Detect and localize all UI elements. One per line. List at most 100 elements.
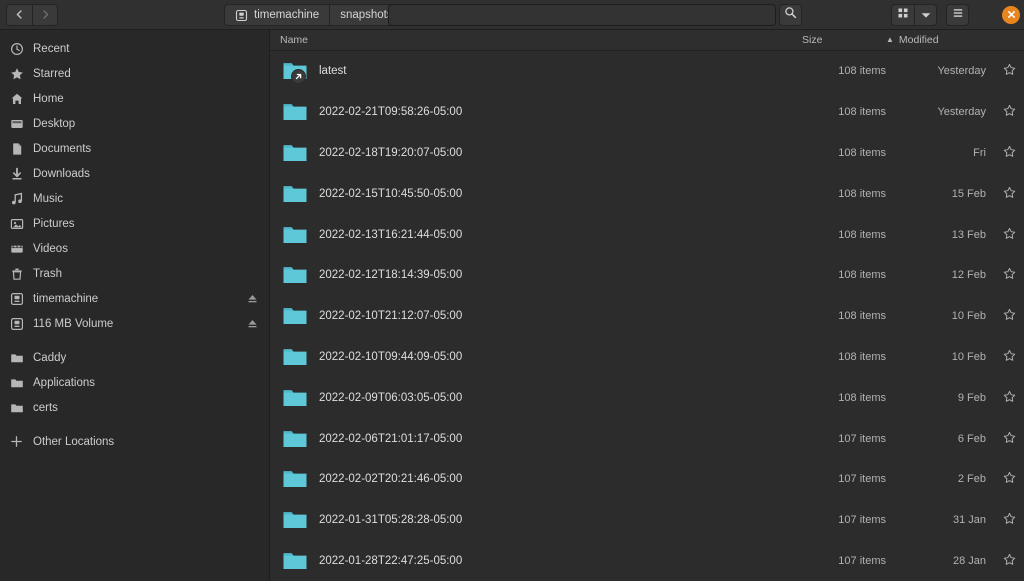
table-row[interactable]: 2022-02-21T09:58:26-05:00 108 items Yest… <box>270 92 1024 133</box>
star-button[interactable] <box>994 390 1024 406</box>
column-header-modified[interactable]: ▲ Modified <box>886 34 994 46</box>
table-row[interactable]: 2022-02-18T19:20:07-05:00 108 items Fri <box>270 133 1024 174</box>
table-row[interactable]: 2022-02-06T21:01:17-05:00 107 items 6 Fe… <box>270 418 1024 459</box>
folder-icon <box>9 350 24 365</box>
table-row[interactable]: 2022-01-28T22:47:25-05:00 107 items 28 J… <box>270 541 1024 581</box>
file-modified-cell: 13 Feb <box>886 229 994 241</box>
file-size-cell: 108 items <box>802 392 886 404</box>
table-row[interactable]: 2022-02-15T10:45:50-05:00 108 items 15 F… <box>270 173 1024 214</box>
table-row[interactable]: 2022-02-10T09:44:09-05:00 108 items 10 F… <box>270 337 1024 378</box>
star-button[interactable] <box>994 145 1024 161</box>
star-button[interactable] <box>994 471 1024 487</box>
column-header-size[interactable]: Size <box>802 34 886 46</box>
star-outline-icon <box>1003 63 1016 79</box>
table-row[interactable]: 2022-02-09T06:03:05-05:00 108 items 9 Fe… <box>270 377 1024 418</box>
sidebar-item-certs[interactable]: certs <box>0 395 269 420</box>
sidebar-item-label: Documents <box>33 143 259 155</box>
file-modified-cell: 10 Feb <box>886 310 994 322</box>
main-menu-button[interactable] <box>946 4 969 26</box>
view-options-dropdown[interactable] <box>914 4 937 26</box>
column-header-name[interactable]: Name <box>270 34 802 46</box>
sidebar-item-trash[interactable]: Trash <box>0 261 269 286</box>
sidebar-item-downloads[interactable]: Downloads <box>0 161 269 186</box>
search-input[interactable] <box>389 5 775 25</box>
star-button[interactable] <box>994 512 1024 528</box>
table-row[interactable]: 2022-02-12T18:14:39-05:00 108 items 12 F… <box>270 255 1024 296</box>
sidebar-item-videos[interactable]: Videos <box>0 236 269 261</box>
sidebar-item-music[interactable]: Music <box>0 186 269 211</box>
sidebar-item-other-locations[interactable]: Other Locations <box>0 429 269 454</box>
sidebar: Recent Starred Home Desktop <box>0 30 270 581</box>
folder-icon <box>282 344 308 370</box>
eject-icon[interactable] <box>246 292 259 305</box>
star-button[interactable] <box>994 349 1024 365</box>
file-size-cell: 108 items <box>802 269 886 281</box>
sidebar-item-documents[interactable]: Documents <box>0 136 269 161</box>
download-icon <box>9 166 24 181</box>
minimize-button[interactable] <box>978 4 1000 26</box>
file-modified-cell: Yesterday <box>886 65 994 77</box>
star-button[interactable] <box>994 431 1024 447</box>
file-size-cell: 108 items <box>802 310 886 322</box>
chevron-right-icon <box>40 9 51 20</box>
table-row[interactable]: 2022-02-10T21:12:07-05:00 108 items 10 F… <box>270 296 1024 337</box>
sidebar-item-home[interactable]: Home <box>0 86 269 111</box>
star-button[interactable] <box>994 227 1024 243</box>
file-name-cell: 2022-02-10T21:12:07-05:00 <box>270 303 802 329</box>
sidebar-item-116-mb-volume[interactable]: 116 MB Volume <box>0 311 269 336</box>
search-button[interactable] <box>779 4 802 26</box>
sidebar-item-recent[interactable]: Recent <box>0 36 269 61</box>
file-name-cell: 2022-02-09T06:03:05-05:00 <box>270 385 802 411</box>
grid-view-button[interactable] <box>891 4 914 26</box>
table-row[interactable]: 2022-01-31T05:28:28-05:00 107 items 31 J… <box>270 500 1024 541</box>
table-row[interactable]: latest 108 items Yesterday <box>270 51 1024 92</box>
music-note-icon <box>9 191 24 206</box>
star-button[interactable] <box>994 267 1024 283</box>
forward-button[interactable] <box>32 4 58 26</box>
search-icon <box>784 6 797 24</box>
star-button[interactable] <box>994 308 1024 324</box>
home-icon <box>9 91 24 106</box>
file-name-label: 2022-02-21T09:58:26-05:00 <box>319 106 462 118</box>
sidebar-separator <box>0 336 269 345</box>
file-name-cell: 2022-02-12T18:14:39-05:00 <box>270 262 802 288</box>
sidebar-item-pictures[interactable]: Pictures <box>0 211 269 236</box>
star-button[interactable] <box>994 553 1024 569</box>
sidebar-item-caddy[interactable]: Caddy <box>0 345 269 370</box>
file-name-label: 2022-01-28T22:47:25-05:00 <box>319 555 462 567</box>
sidebar-item-starred[interactable]: Starred <box>0 61 269 86</box>
file-name-cell: 2022-02-18T19:20:07-05:00 <box>270 140 802 166</box>
sidebar-item-timemachine[interactable]: timemachine <box>0 286 269 311</box>
chevron-down-icon <box>921 6 931 24</box>
file-modified-cell: 28 Jan <box>886 555 994 567</box>
breadcrumb-item-timemachine[interactable]: timemachine <box>224 4 329 26</box>
sidebar-separator <box>0 420 269 429</box>
table-row[interactable]: 2022-02-02T20:21:46-05:00 107 items 2 Fe… <box>270 459 1024 500</box>
close-button[interactable] <box>1002 6 1020 24</box>
star-button[interactable] <box>994 63 1024 79</box>
star-button[interactable] <box>994 104 1024 120</box>
file-rows: latest 108 items Yesterday 2022-02-21T09… <box>270 51 1024 581</box>
star-button[interactable] <box>994 186 1024 202</box>
star-outline-icon <box>1003 431 1016 447</box>
file-manager-window: timemachine snapshots <box>0 0 1024 581</box>
drive-icon <box>235 9 248 22</box>
grid-view-icon <box>897 6 909 24</box>
file-name-label: 2022-02-18T19:20:07-05:00 <box>319 147 462 159</box>
file-modified-cell: 10 Feb <box>886 351 994 363</box>
sidebar-item-label: Videos <box>33 243 259 255</box>
file-modified-cell: Fri <box>886 147 994 159</box>
back-button[interactable] <box>6 4 32 26</box>
path-search-entry[interactable] <box>388 4 776 26</box>
table-row[interactable]: 2022-02-13T16:21:44-05:00 108 items 13 F… <box>270 214 1024 255</box>
sidebar-item-label: Pictures <box>33 218 259 230</box>
sidebar-item-desktop[interactable]: Desktop <box>0 111 269 136</box>
breadcrumb-label: snapshots <box>340 9 392 21</box>
eject-icon[interactable] <box>246 317 259 330</box>
file-name-label: 2022-02-10T21:12:07-05:00 <box>319 310 462 322</box>
file-size-cell: 108 items <box>802 229 886 241</box>
close-icon <box>1007 6 1016 24</box>
sidebar-item-applications[interactable]: Applications <box>0 370 269 395</box>
folder-icon <box>9 400 24 415</box>
folder-icon <box>282 140 308 166</box>
